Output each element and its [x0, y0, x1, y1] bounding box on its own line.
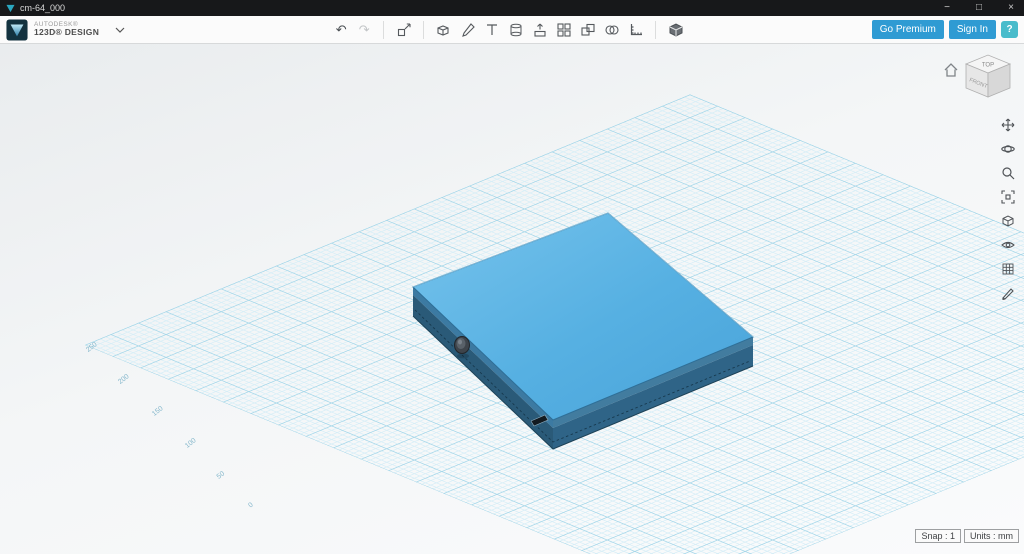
material-edit-icon[interactable] — [999, 284, 1017, 302]
brand-text: AUTODESK® 123D® DESIGN — [34, 21, 99, 37]
window-title: cm-64_000 — [20, 3, 65, 13]
viewcube-settings-icon[interactable] — [999, 212, 1017, 230]
toolbar-separator — [655, 21, 656, 39]
construct-icon[interactable] — [504, 18, 527, 42]
modify-icon[interactable] — [528, 18, 551, 42]
status-bar: Snap : 1 Units : mm — [915, 529, 1019, 543]
viewcube-top-label[interactable]: TOP — [982, 63, 994, 69]
transform-icon[interactable] — [392, 18, 415, 42]
zoom-icon[interactable] — [999, 164, 1017, 182]
text-icon[interactable] — [480, 18, 503, 42]
grouping-icon[interactable] — [576, 18, 599, 42]
home-icon[interactable] — [945, 64, 957, 76]
window-controls: − □ × — [940, 0, 1018, 16]
measure-icon[interactable] — [624, 18, 647, 42]
pattern-icon[interactable] — [552, 18, 575, 42]
app-icon — [6, 4, 15, 13]
navigation-toolbar — [999, 116, 1017, 302]
fit-view-icon[interactable] — [999, 188, 1017, 206]
app-logo-icon — [6, 19, 28, 41]
toolbar-separator — [423, 21, 424, 39]
viewport-3d[interactable]: 250 200 150 100 50 0 — [0, 44, 1024, 554]
viewcube[interactable]: TOP FRONT — [942, 50, 1020, 104]
maximize-icon[interactable]: □ — [972, 0, 986, 16]
combine-icon[interactable] — [600, 18, 623, 42]
titlebar: cm-64_000 − □ × — [0, 0, 1024, 16]
primitives-icon[interactable] — [432, 18, 455, 42]
material-view-icon[interactable] — [664, 18, 687, 42]
app-menu[interactable]: AUTODESK® 123D® DESIGN — [6, 19, 125, 41]
undo-button[interactable]: ↶ — [330, 22, 352, 38]
main-toolbar: AUTODESK® 123D® DESIGN ↶ ↷ — [0, 16, 1024, 44]
visibility-icon[interactable] — [999, 236, 1017, 254]
chevron-down-icon[interactable] — [115, 27, 125, 33]
go-premium-button[interactable]: Go Premium — [872, 20, 944, 39]
units-setting[interactable]: Units : mm — [964, 529, 1019, 543]
sketch-icon[interactable] — [456, 18, 479, 42]
tool-strip: ↶ ↷ — [330, 18, 687, 42]
help-button[interactable]: ? — [1001, 21, 1018, 38]
minimize-icon[interactable]: − — [940, 0, 954, 16]
model-face-top[interactable] — [413, 213, 753, 420]
app-window: cm-64_000 − □ × AUTODESK® 123D® DESIGN — [0, 0, 1024, 554]
account-area: Go Premium Sign In ? — [872, 20, 1018, 39]
toolbar-separator — [383, 21, 384, 39]
grid-settings-icon[interactable] — [999, 260, 1017, 278]
model-box[interactable] — [0, 44, 1024, 554]
orbit-icon[interactable] — [999, 140, 1017, 158]
close-icon[interactable]: × — [1004, 0, 1018, 16]
redo-button[interactable]: ↷ — [353, 22, 375, 38]
brand-line2: 123D® DESIGN — [34, 28, 99, 37]
snap-setting[interactable]: Snap : 1 — [915, 529, 961, 543]
pan-icon[interactable] — [999, 116, 1017, 134]
sign-in-button[interactable]: Sign In — [949, 20, 996, 39]
